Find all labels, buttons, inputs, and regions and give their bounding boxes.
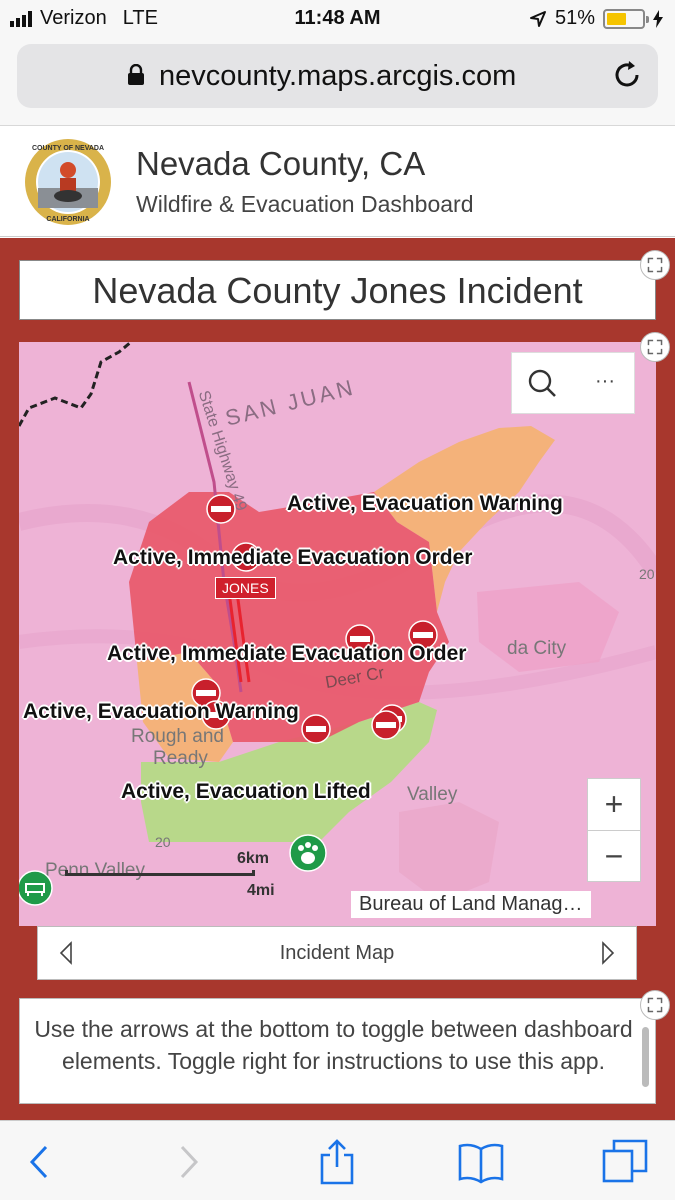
share-icon[interactable] bbox=[312, 1137, 362, 1187]
expand-icon[interactable] bbox=[640, 990, 670, 1020]
zoom-control: + − bbox=[587, 778, 641, 882]
animal-shelter-icon[interactable] bbox=[289, 834, 327, 872]
incident-marker-label: JONES bbox=[215, 577, 276, 599]
county-seal-logo: COUNTY OF NEVADA CALIFORNIA bbox=[25, 139, 111, 225]
zone-label-warning-north: Active, Evacuation Warning bbox=[287, 492, 563, 515]
evacuation-marker-icon[interactable] bbox=[371, 710, 401, 740]
more-options-button[interactable]: ··· bbox=[574, 353, 636, 415]
status-right: 51% bbox=[529, 7, 663, 30]
zone-label-order-2: Active, Immediate Evacuation Order bbox=[107, 642, 467, 665]
scrollbar[interactable] bbox=[642, 1027, 649, 1087]
dashboard-body: Nevada County Jones Incident SAN JUAN St… bbox=[0, 238, 675, 1120]
zone-label-lifted: Active, Evacuation Lifted bbox=[121, 780, 371, 803]
zoom-in-button[interactable]: + bbox=[588, 779, 640, 831]
address-bar[interactable]: nevcounty.maps.arcgis.com bbox=[17, 44, 658, 108]
svg-text:COUNTY OF NEVADA: COUNTY OF NEVADA bbox=[32, 145, 104, 152]
road-number-20-east: 20 bbox=[639, 566, 655, 582]
scale-km: 6km bbox=[237, 850, 270, 867]
next-arrow-icon[interactable] bbox=[598, 941, 618, 965]
status-bar: Verizon LTE 11:48 AM 51% bbox=[0, 0, 675, 38]
panel-navigator-label: Incident Map bbox=[279, 942, 395, 964]
info-text: Use the arrows at the bottom to toggle b… bbox=[34, 1016, 633, 1074]
map-attribution[interactable]: Bureau of Land Manag… bbox=[351, 891, 591, 918]
lock-icon bbox=[128, 64, 144, 85]
place-label-valley: Valley bbox=[407, 784, 458, 805]
url-text: nevcounty.maps.arcgis.com bbox=[159, 60, 517, 92]
zone-label-order-1: Active, Immediate Evacuation Order bbox=[113, 546, 473, 569]
incident-map[interactable]: SAN JUAN State Highway 49 da City Deer C… bbox=[19, 342, 656, 926]
incident-title-panel: Nevada County Jones Incident bbox=[19, 260, 656, 320]
browser-address-area: nevcounty.maps.arcgis.com bbox=[0, 38, 675, 126]
back-icon[interactable] bbox=[18, 1137, 68, 1187]
place-label-nevada-city: da City bbox=[507, 638, 567, 659]
zone-label-warning-west: Active, Evacuation Warning bbox=[23, 700, 299, 723]
battery-icon bbox=[603, 8, 649, 29]
page-subtitle: Wildfire & Evacuation Dashboard bbox=[136, 191, 474, 217]
map-tools: ··· bbox=[511, 352, 635, 414]
reload-icon[interactable] bbox=[610, 58, 644, 92]
bookmarks-icon[interactable] bbox=[456, 1137, 506, 1187]
panel-navigator: Incident Map bbox=[37, 926, 637, 980]
browser-toolbar bbox=[0, 1120, 675, 1200]
forward-icon[interactable] bbox=[160, 1137, 210, 1187]
scale-bar: 6km 4mi bbox=[65, 850, 275, 900]
map-basemap bbox=[19, 342, 656, 902]
search-icon[interactable] bbox=[512, 353, 574, 415]
evacuation-marker-icon[interactable] bbox=[301, 714, 331, 744]
charging-icon bbox=[653, 9, 663, 28]
tabs-icon[interactable] bbox=[600, 1137, 650, 1187]
battery-percent: 51% bbox=[554, 7, 595, 29]
location-icon bbox=[529, 10, 546, 27]
svg-text:CALIFORNIA: CALIFORNIA bbox=[46, 216, 89, 223]
incident-title: Nevada County Jones Incident bbox=[92, 270, 583, 311]
info-panel: Use the arrows at the bottom to toggle b… bbox=[19, 998, 656, 1104]
page-title: Nevada County, CA bbox=[136, 145, 426, 182]
place-label-ready: Ready bbox=[153, 748, 208, 769]
scale-mi: 4mi bbox=[247, 882, 275, 899]
dashboard-header: COUNTY OF NEVADA CALIFORNIA Nevada Count… bbox=[0, 127, 675, 237]
zoom-out-button[interactable]: − bbox=[588, 831, 640, 883]
shelter-icon[interactable] bbox=[19, 870, 53, 906]
expand-icon[interactable] bbox=[640, 250, 670, 280]
evacuation-marker-icon[interactable] bbox=[206, 494, 236, 524]
road-number-20-west: 20 bbox=[155, 834, 171, 850]
expand-icon[interactable] bbox=[640, 332, 670, 362]
